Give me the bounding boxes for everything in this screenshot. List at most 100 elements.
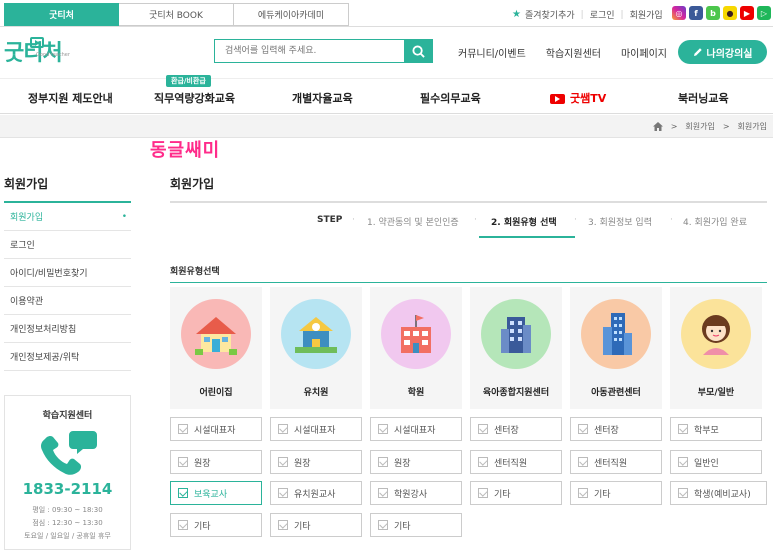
type-card-kindergarten[interactable]: 유치원 xyxy=(270,287,362,409)
refund-badge: 환급/비환급 xyxy=(166,75,211,87)
sidebar-item-privacy[interactable]: 개인정보처리방침 xyxy=(4,315,131,343)
step-2: 2. 회원유형 선택 xyxy=(491,218,557,228)
kakaotalk-icon[interactable]: ● xyxy=(723,6,737,20)
type-card-daycare[interactable]: 어린이집 xyxy=(170,287,262,409)
tab-goodteacher-book[interactable]: 굿티처 BOOK xyxy=(119,3,234,26)
sidebar-item-signup[interactable]: 회원가입 xyxy=(4,203,131,231)
check-icon xyxy=(178,520,188,530)
option-academy-instructor[interactable]: 학원강사 xyxy=(370,481,462,505)
sidebar-menu: 회원가입 로그인 아이디/비밀번호찾기 이용약관 개인정보처리방침 개인정보제공… xyxy=(4,203,131,371)
sidebar-title: 회원가입 xyxy=(4,177,49,191)
chevron-right-icon: > xyxy=(722,122,730,131)
sidebar-item-login[interactable]: 로그인 xyxy=(4,231,131,259)
my-lecture-label: 나의강의실 xyxy=(706,48,753,60)
mypage-link[interactable]: 마이페이지 xyxy=(621,45,667,60)
check-icon xyxy=(578,424,588,434)
sidebar-item-privacy-provision[interactable]: 개인정보제공/위탁 xyxy=(4,343,131,371)
check-icon xyxy=(278,520,288,530)
option-label: 일반인 xyxy=(694,458,719,469)
option-kindergarten-director[interactable]: 시설대표자 xyxy=(270,417,362,441)
youtube-icon xyxy=(550,94,565,104)
type-card-childcare-center[interactable]: 육아종합지원센터 xyxy=(470,287,562,409)
type-card-parent-general[interactable]: 부모/일반 xyxy=(670,287,762,409)
band-icon[interactable]: b xyxy=(706,6,720,20)
option-daycare-principal[interactable]: 원장 xyxy=(170,450,262,474)
option-student[interactable]: 학생(예비교사) xyxy=(670,481,767,505)
check-icon xyxy=(278,457,288,467)
step-label: STEP xyxy=(317,215,343,225)
login-link[interactable]: 로그인 xyxy=(590,8,615,21)
option-label: 원장 xyxy=(394,458,411,469)
site-logo[interactable]: 굿티처 Good teacher xyxy=(4,35,70,67)
facebook-icon[interactable]: f xyxy=(689,6,703,20)
play-icon[interactable]: ▷ xyxy=(757,6,771,20)
nav-job-training[interactable]: 직무역량강화교육 xyxy=(154,90,235,106)
hours-lunch: 점심 : 12:30 ~ 13:30 xyxy=(32,519,103,527)
option-daycare-teacher[interactable]: 보육교사 xyxy=(170,481,262,505)
breadcrumb-item[interactable]: 회원가입 xyxy=(685,121,714,132)
community-event-link[interactable]: 커뮤니티/이벤트 xyxy=(458,45,526,60)
type-label: 육아종합지원센터 xyxy=(482,388,550,398)
option-kindergarten-principal[interactable]: 원장 xyxy=(270,450,362,474)
academy-icon xyxy=(381,299,451,369)
support-phone-number: 1833-2114 xyxy=(22,480,113,498)
option-label: 기타 xyxy=(394,521,411,532)
option-label: 학원강사 xyxy=(394,489,428,500)
option-childcare-center-staff[interactable]: 센터직원 xyxy=(470,450,562,474)
option-label: 원장 xyxy=(294,458,311,469)
check-icon xyxy=(578,457,588,467)
home-icon[interactable] xyxy=(652,122,663,131)
instagram-icon[interactable]: ◎ xyxy=(672,6,686,20)
option-academy-director[interactable]: 시설대표자 xyxy=(370,417,462,441)
option-label: 기타 xyxy=(594,489,611,500)
option-kindergarten-teacher[interactable]: 유치원교사 xyxy=(270,481,362,505)
option-childcare-center-head[interactable]: 센터장 xyxy=(470,417,562,441)
divider xyxy=(170,282,767,283)
watermark-text: 동글쌔미 xyxy=(150,140,221,161)
child-center-icon xyxy=(581,299,651,369)
main-nav: 환급/비환급 정부지원 제도안내 직무역량강화교육 개별자율교육 필수의무교육 … xyxy=(0,75,773,114)
nav-gov-support[interactable]: 정부지원 제도안내 xyxy=(28,90,113,106)
option-parent[interactable]: 학부모 xyxy=(670,417,762,441)
nav-mandatory[interactable]: 필수의무교육 xyxy=(420,90,481,106)
check-icon xyxy=(278,488,288,498)
search-input[interactable] xyxy=(215,40,404,62)
option-child-center-staff[interactable]: 센터직원 xyxy=(570,450,662,474)
search-button[interactable] xyxy=(404,40,432,62)
support-hours: 평일 : 09:30 ~ 18:30 점심 : 12:30 ~ 13:30 토요… xyxy=(5,504,130,543)
option-child-center-head[interactable]: 센터장 xyxy=(570,417,662,441)
top-links: ★ 즐겨찾기추가 | 로그인 | 회원가입 xyxy=(512,8,663,21)
option-general[interactable]: 일반인 xyxy=(670,450,762,474)
check-icon xyxy=(278,424,288,434)
option-child-center-other[interactable]: 기타 xyxy=(570,481,662,505)
breadcrumb-bar: > 회원가입 > 회원가입 xyxy=(0,115,773,138)
option-label: 시설대표자 xyxy=(394,425,436,436)
type-card-academy[interactable]: 학원 xyxy=(370,287,462,409)
nav-tv-label: 굿쌤TV xyxy=(570,92,607,105)
tab-goodteacher[interactable]: 굿티처 xyxy=(4,3,119,26)
youtube-icon[interactable]: ▶ xyxy=(740,6,754,20)
option-daycare-other[interactable]: 기타 xyxy=(170,513,262,537)
my-lecture-button[interactable]: 나의강의실 xyxy=(678,40,767,64)
sidebar-item-terms[interactable]: 이용약관 xyxy=(4,287,131,315)
step-3: 3. 회원정보 입력 xyxy=(588,218,652,228)
tab-eduk-academy[interactable]: 에듀케이아카데미 xyxy=(234,3,349,26)
nav-goodssam-tv[interactable]: 굿쌤TV xyxy=(550,90,606,106)
sidebar-item-find-account[interactable]: 아이디/비밀번호찾기 xyxy=(4,259,131,287)
nav-self-learning[interactable]: 개별자율교육 xyxy=(292,90,353,106)
option-academy-other[interactable]: 기타 xyxy=(370,513,462,537)
search-box xyxy=(214,39,433,63)
option-daycare-director[interactable]: 시설대표자 xyxy=(170,417,262,441)
nav-book-learning[interactable]: 북러닝교육 xyxy=(678,90,729,106)
breadcrumb-item[interactable]: 회원가입 xyxy=(738,121,767,132)
option-academy-principal[interactable]: 원장 xyxy=(370,450,462,474)
type-label: 유치원 xyxy=(303,388,329,398)
signup-link[interactable]: 회원가입 xyxy=(630,8,663,21)
divider: | xyxy=(580,9,584,20)
option-childcare-center-other[interactable]: 기타 xyxy=(470,481,562,505)
learning-support-link[interactable]: 학습지원센터 xyxy=(546,45,601,60)
type-card-child-center[interactable]: 아동관련센터 xyxy=(570,287,662,409)
bookmark-link[interactable]: 즐겨찾기추가 xyxy=(525,8,575,21)
check-icon xyxy=(178,488,188,498)
option-kindergarten-other[interactable]: 기타 xyxy=(270,513,362,537)
